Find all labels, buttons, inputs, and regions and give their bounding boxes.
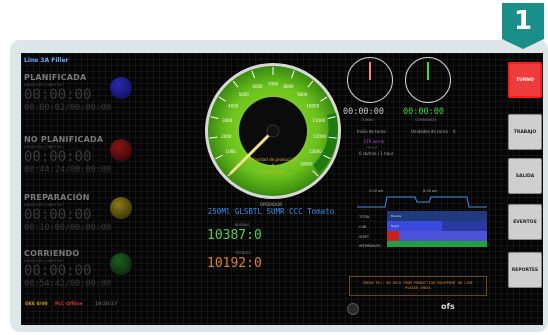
timeline-row-label: INTERVALOS	[359, 244, 381, 248]
turno-button[interactable]: TURNO	[508, 62, 542, 98]
gauge-tick-label: 14000	[300, 162, 313, 167]
shift-clock-icon	[347, 57, 393, 103]
run-clock-time: 00:00:00	[403, 107, 444, 117]
gauge-tick-label: 6000	[252, 84, 263, 89]
timeline-interval-bar	[387, 241, 487, 247]
step-badge-arrow	[502, 39, 544, 49]
step-badge: 1	[502, 3, 544, 39]
gauge-tick-label: 9000	[297, 92, 308, 97]
gauge-hub	[266, 124, 280, 138]
line-name: Line 3A Filler	[24, 57, 69, 64]
shift-start-label: Inicio de turno	[357, 129, 386, 134]
gauge-tick-label: 8000	[283, 84, 294, 89]
brand-logo: ofs	[441, 302, 455, 311]
gauge-tick-label: 5000	[239, 92, 250, 97]
total-count-value: 10192	[207, 256, 247, 271]
gauge-tick-label: 3000	[222, 118, 233, 123]
state-duration: 00:00:02/00:00:00	[24, 103, 111, 113]
hmi-screen: Line 3A Filler PLANIFICADA DURACIÓN / OB…	[21, 53, 543, 325]
shift-clock-hand	[369, 62, 371, 80]
shift-units-label: Unidades de turno	[411, 129, 448, 134]
run-clock-hand	[427, 62, 429, 80]
good-count-label: BUENAS	[235, 223, 250, 227]
state-duration: 00:44:24/00:00:00	[24, 165, 111, 175]
state-setup: PREPARACIÓN DURACIÓN / OBJETIVO 00:00:00…	[24, 193, 136, 249]
shift-units-value: 0	[453, 129, 456, 134]
oee-status: OEE 0/00	[25, 302, 48, 307]
state-planned: PLANIFICADA DURACIÓN / OBJETIVO 00:00:00…	[24, 73, 136, 129]
eventos-button[interactable]: EVENTOS	[508, 204, 542, 240]
timeline-total-bar	[387, 211, 487, 221]
timeline-row-label: SHIFT	[359, 235, 370, 239]
gauge-tick-label: 11000	[312, 118, 325, 123]
state-running: CORRIENDO DURACIÓN / OBJETIVO 00:00:00 0…	[24, 249, 136, 305]
step-number: 1	[513, 6, 533, 36]
shift-clock-caption: TURNO	[361, 118, 374, 122]
shift-rate: 0 cb/min / 1 hour	[359, 151, 394, 156]
gauge-tick-label: 13000	[309, 149, 322, 154]
state-unplanned: NO PLANIFICADA DURACIÓN / OBJETIVO 00:00…	[24, 135, 136, 191]
plc-status: PLC Offline	[55, 302, 83, 307]
gauge-value: 0	[272, 163, 275, 168]
refresh-icon[interactable]	[347, 303, 359, 315]
shift-status: ETA aerrar	[364, 139, 385, 144]
good-count: 10387:0	[207, 228, 262, 243]
run-clock-caption: CORRIENDO	[415, 118, 437, 122]
timeline-legend: Breaks	[391, 214, 402, 218]
total-count: 10192:0	[207, 256, 262, 271]
gauge-unit: cajas / hora	[261, 169, 285, 174]
timeline-shift-bar-red	[387, 231, 399, 241]
good-count-suffix: 0	[253, 228, 262, 243]
timeline-speed-line	[357, 196, 487, 208]
timeline-row-label: TOTAL	[358, 215, 370, 219]
shift-eta: --:--:--	[366, 145, 378, 150]
gauge-tick-label: 10000	[306, 103, 319, 108]
reportes-button[interactable]: REPORTES	[508, 252, 542, 288]
shift-clock-time: 00:00:00	[343, 107, 384, 117]
production-timeline: TOTAL CUR SHIFT INTERVALOS Breaks Night	[357, 196, 487, 248]
timeline-legend-2: Night	[391, 224, 400, 228]
total-count-label: TOTALES	[235, 251, 251, 255]
product-name: 250Ml GLSBTL SUMR CCC Tomato	[207, 207, 335, 216]
unplanned-lamp-icon	[110, 139, 132, 161]
gauge-tick-label: 12000	[313, 134, 326, 139]
run-clock-icon	[405, 57, 451, 103]
speed-gauge: 1000 2000 3000 4000 50006000 7000 80009000 1000…	[205, 63, 341, 199]
setup-lamp-icon	[110, 197, 132, 219]
date-status: 19/20/17	[95, 302, 118, 307]
running-lamp-icon	[110, 253, 132, 275]
planned-lamp-icon	[110, 77, 132, 99]
gauge-tick-label: 7000	[268, 82, 279, 87]
salida-button[interactable]: SALIDA	[508, 158, 542, 194]
trabajo-button[interactable]: TRABAJO	[508, 114, 542, 150]
timeline-shift-bar	[399, 231, 487, 241]
gauge-tick-label: 1000	[226, 149, 237, 154]
gauge-caption: Velocidad de producción	[249, 157, 298, 162]
total-count-suffix: 0	[253, 256, 262, 271]
gauge-tick-label: 4000	[228, 103, 239, 108]
timeline-cur-bar-2	[442, 221, 487, 231]
gauge-tick-label: 2000	[221, 134, 232, 139]
plc-error-line-2: PLEASE CHECK	[405, 286, 431, 290]
plc-error-message: ERROR PLC: NO DATA FROM PRODUCTION EQUIP…	[349, 276, 487, 296]
good-count-value: 10387	[207, 228, 247, 243]
state-duration: 00:10:00/00:00:00	[24, 223, 111, 233]
timeline-row-label: CUR	[359, 225, 367, 229]
state-duration: 00:54:42/00:00:00	[24, 279, 111, 289]
